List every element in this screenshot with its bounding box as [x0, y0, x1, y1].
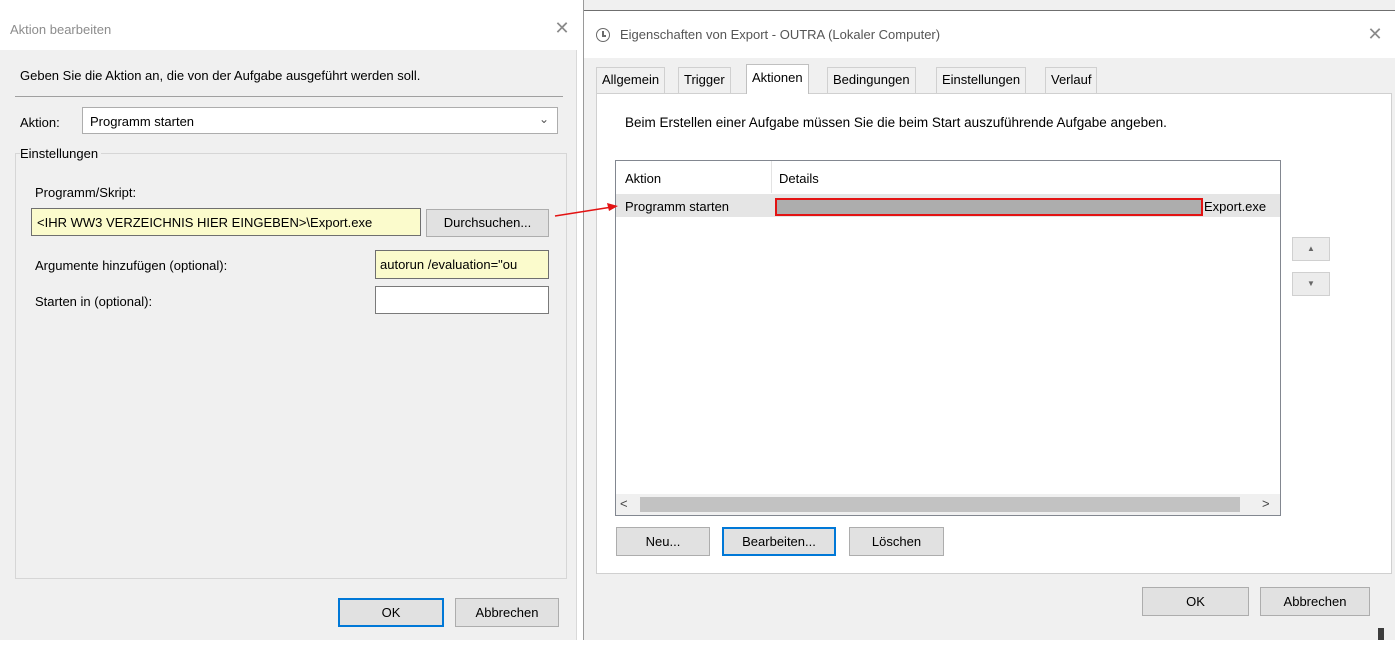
- window-scroll-edge: [1378, 628, 1384, 640]
- task-properties-title: Eigenschaften von Export - OUTRA (Lokale…: [620, 27, 941, 42]
- task-properties-titlebar: Eigenschaften von Export - OUTRA (Lokale…: [584, 11, 1395, 58]
- column-divider[interactable]: [771, 161, 772, 193]
- ok-button[interactable]: OK: [338, 598, 444, 627]
- scrollbar-thumb[interactable]: [640, 497, 1240, 512]
- chevron-down-icon: ⌄: [538, 112, 549, 126]
- edit-action-button[interactable]: Bearbeiten...: [722, 527, 836, 556]
- bottom-margin: [0, 640, 1395, 655]
- program-script-input[interactable]: <IHR WW3 VERZEICHNIS HIER EINGEBEN>\Expo…: [31, 208, 421, 236]
- browse-button[interactable]: Durchsuchen...: [426, 209, 549, 237]
- move-down-icon[interactable]: ▼: [1292, 272, 1330, 296]
- table-row[interactable]: Programm starten Export.exe: [616, 194, 1280, 217]
- actions-instruction: Beim Erstellen einer Aufgabe müssen Sie …: [625, 115, 1167, 130]
- ok-button[interactable]: OK: [1142, 587, 1249, 616]
- row-details-cell: Export.exe: [1204, 199, 1267, 214]
- column-header-details[interactable]: Details: [779, 171, 819, 186]
- tab-trigger[interactable]: Trigger: [678, 67, 731, 93]
- start-in-label: Starten in (optional):: [35, 294, 153, 309]
- move-up-icon[interactable]: ▲: [1292, 237, 1330, 261]
- settings-legend: Einstellungen: [20, 146, 102, 161]
- arrow-annotation-icon: [554, 203, 618, 217]
- clock-icon: [596, 28, 610, 42]
- close-icon[interactable]: ✕: [553, 19, 571, 37]
- tab-allgemein[interactable]: Allgemein: [596, 67, 666, 93]
- column-header-action[interactable]: Aktion: [625, 171, 661, 186]
- delete-action-button[interactable]: Löschen: [849, 527, 944, 556]
- tab-aktionen[interactable]: Aktionen: [746, 64, 809, 94]
- edit-action-title: Aktion bearbeiten: [10, 22, 112, 37]
- scroll-right-icon[interactable]: >: [1262, 496, 1278, 512]
- action-select-value: Programm starten: [90, 114, 195, 129]
- arguments-label: Argumente hinzufügen (optional):: [35, 258, 228, 273]
- cancel-button[interactable]: Abbrechen: [1260, 587, 1370, 616]
- new-action-button[interactable]: Neu...: [616, 527, 710, 556]
- separator-line: [15, 96, 563, 97]
- tab-bedingungen[interactable]: Bedingungen: [827, 67, 916, 93]
- redacted-path-highlight: [775, 198, 1203, 216]
- action-select[interactable]: Programm starten ⌄: [82, 107, 558, 134]
- program-script-label: Programm/Skript:: [35, 185, 137, 200]
- start-in-input[interactable]: [375, 286, 549, 314]
- edit-action-titlebar: Aktion bearbeiten ✕: [0, 0, 577, 50]
- horizontal-scrollbar[interactable]: < >: [616, 494, 1280, 515]
- row-action-cell: Programm starten: [625, 199, 730, 214]
- cancel-button[interactable]: Abbrechen: [455, 598, 559, 627]
- action-label: Aktion:: [20, 115, 60, 130]
- tab-einstellungen[interactable]: Einstellungen: [936, 67, 1027, 93]
- edit-action-instruction: Geben Sie die Aktion an, die von der Auf…: [20, 68, 421, 83]
- close-icon[interactable]: ✕: [1366, 25, 1384, 43]
- actions-list[interactable]: Aktion Details Programm starten Export.e…: [615, 160, 1281, 516]
- arguments-input[interactable]: autorun /evaluation="ou: [375, 250, 549, 279]
- tab-verlauf[interactable]: Verlauf: [1045, 67, 1098, 93]
- scroll-left-icon[interactable]: <: [620, 496, 636, 512]
